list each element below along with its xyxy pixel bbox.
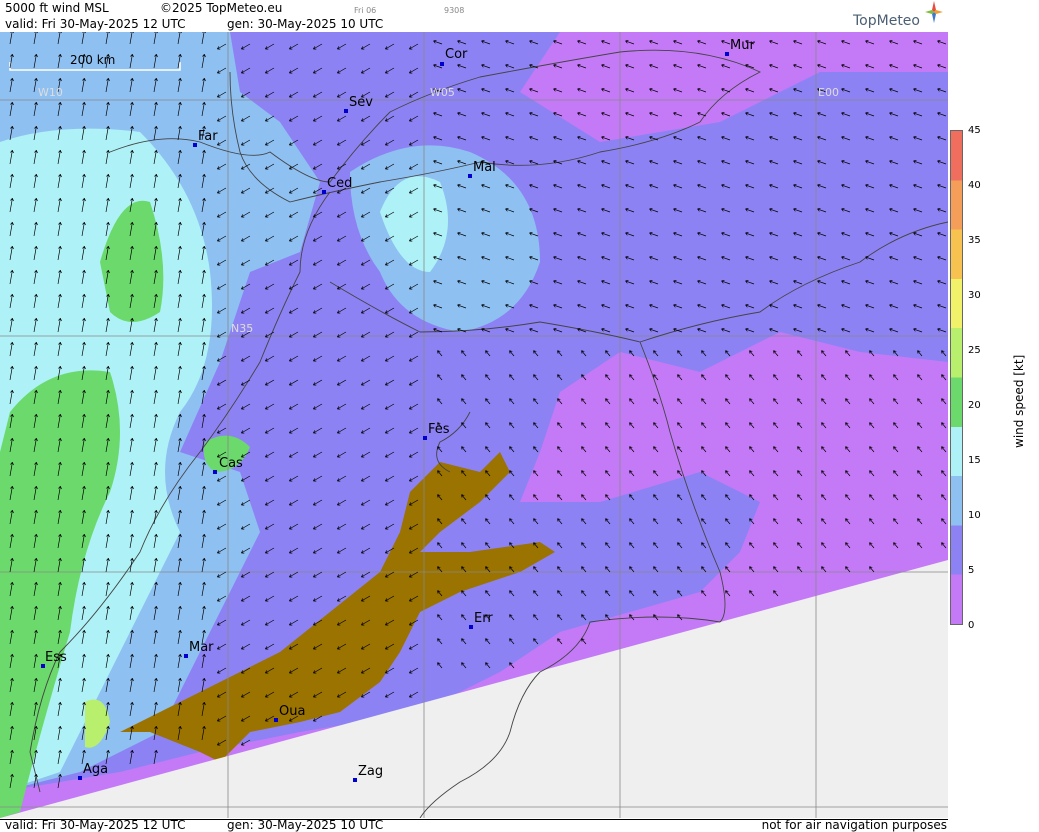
footer-generated-time: gen: 30-May-2025 10 UTC <box>227 818 384 832</box>
city-marker-fes <box>423 436 427 440</box>
city-label-cas: Cas <box>219 456 243 471</box>
city-marker-mar <box>184 654 188 658</box>
colorbar-tick-label: 5 <box>968 565 975 576</box>
grid-label-n35: N35 <box>231 322 254 335</box>
valid-time: valid: Fri 30-May-2025 12 UTC <box>5 17 186 31</box>
colorbar-tick-label: 0 <box>968 620 975 631</box>
city-label-oua: Oua <box>279 704 306 719</box>
city-label-sev: Sev <box>349 95 373 110</box>
city-marker-err <box>469 625 473 629</box>
grid-label-w05: W05 <box>430 86 455 99</box>
copyright: ©2025 TopMeteo.eu <box>160 1 283 15</box>
grid-label-w10: W10 <box>38 86 63 99</box>
colorbar-tick-label: 15 <box>968 455 981 466</box>
colorbar-tick-label: 45 <box>968 125 981 136</box>
city-label-aga: Aga <box>83 762 109 777</box>
city-marker-ced <box>322 190 326 194</box>
colorbar-tick-label: 40 <box>968 180 981 191</box>
logo-text: TopMeteo <box>853 13 920 29</box>
day-tag: Fri 06 <box>354 6 377 15</box>
city-marker-cas <box>213 470 217 474</box>
city-marker-mal <box>468 174 472 178</box>
city-marker-sev <box>344 109 348 113</box>
compass-icon <box>925 1 943 23</box>
city-marker-far <box>193 143 197 147</box>
city-label-mur: Mur <box>730 38 755 53</box>
city-label-fes: Fes <box>428 422 450 437</box>
city-label-mal: Mal <box>473 160 496 175</box>
wind-speed-colorbar <box>950 130 963 625</box>
run-code: 9308 <box>444 6 465 15</box>
topmeteo-logo: TopMeteo <box>853 1 943 29</box>
city-label-cor: Cor <box>445 47 468 62</box>
city-marker-oua <box>274 718 278 722</box>
generated-time: gen: 30-May-2025 10 UTC <box>227 17 384 31</box>
city-marker-zag <box>353 778 357 782</box>
city-label-err: Err <box>474 611 493 626</box>
city-label-ced: Ced <box>327 176 353 191</box>
colorbar-tick-label: 10 <box>968 510 981 521</box>
city-label-mar: Mar <box>189 640 214 655</box>
city-label-far: Far <box>198 129 218 144</box>
colorbar-tick-label: 20 <box>968 400 981 411</box>
colorbar-tick-label: 35 <box>968 235 981 246</box>
city-label-zag: Zag <box>358 764 384 779</box>
colorbar-tick-label: 30 <box>968 290 981 301</box>
disclaimer: not for air navigation purposes <box>761 818 947 832</box>
colorbar-tick-label: 25 <box>968 345 981 356</box>
city-marker-mur <box>725 52 729 56</box>
colorbar-label: wind speed [kt] <box>1012 354 1026 448</box>
city-marker-aga <box>78 776 82 780</box>
chart-title: 5000 ft wind MSL <box>5 1 109 15</box>
scale-bar-label: 200 km <box>70 53 116 67</box>
footer-valid-time: valid: Fri 30-May-2025 12 UTC <box>5 818 186 832</box>
city-marker-cor <box>440 62 444 66</box>
wind-map[interactable] <box>0 32 948 818</box>
grid-label-e00: E00 <box>818 86 839 99</box>
city-label-ess: Ess <box>45 650 67 665</box>
